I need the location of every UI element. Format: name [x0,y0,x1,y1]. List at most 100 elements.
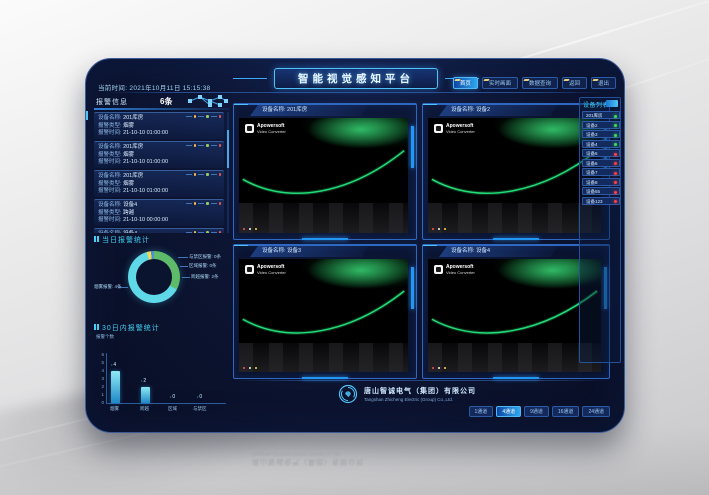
bar-value: 2 [141,378,146,384]
video-feed[interactable]: Apowersoft Video Converter [428,118,601,233]
title-frame: 智能视觉感知平台 [274,68,438,89]
device-item[interactable]: 设备123 [582,197,620,205]
y-tick: 3 [96,376,104,381]
channel-button-16[interactable]: 16通道 [552,406,580,417]
tab-data-query[interactable]: 数据查询 [522,77,558,89]
channel-button-1[interactable]: 1通道 [469,406,494,417]
device-list-action-button[interactable] [606,100,618,107]
video-feed[interactable]: Apowersoft Video Converter [239,118,408,233]
alarm-card[interactable]: 设备名称: 201库房 报警类型: 烟雾 报警时间: 21-10-10 01:0… [94,141,224,168]
y-tick: 6 [96,352,104,357]
channel-button-9[interactable]: 9通道 [524,406,549,417]
panel-top-line [234,104,416,105]
company-name-en: Tangshan Zhicheng Electric (Group) Co.,L… [364,397,476,402]
device-item[interactable]: 设备6 [582,159,620,167]
device-name: 设备7 [586,170,598,175]
status-dot-offline [614,172,617,175]
monthly-stats-section: 30日内报警统计 报警个数 6 5 4 3 2 1 0 4 2 0 0 烟雾 跨… [94,323,230,429]
y-tick: 4 [96,368,104,373]
device-item[interactable]: 设备7 [582,168,620,176]
panel-bottom-accent [493,238,539,240]
alarm-panel-title: 报警信息 [96,97,128,107]
type-label: 报警类型: [98,123,122,129]
legend-forbidden-zone: 与禁区报警: 0条 [189,254,221,260]
alarm-card[interactable]: 设备名称: 201库房 报警类型: 烟雾 报警时间: 21-10-10 01:0… [94,112,224,139]
panel-right-accent [411,126,414,168]
status-dot-online [614,134,617,137]
indicator-lights [243,367,257,369]
alarm-list-scrollbar[interactable] [227,112,229,233]
watermark: Apowersoft Video Converter [245,124,286,134]
video-panel-title: 设备名称: 设备2 [439,105,557,116]
channel-button-4[interactable]: 4通道 [496,406,521,417]
alarm-status-dots [186,202,222,205]
video-panel-title: 设备名称: 201库房 [250,105,368,116]
alarm-card[interactable]: 设备名称: 201库房 报警类型: 烟雾 报警时间: 21-10-10 01:0… [94,170,224,197]
device-item[interactable]: 设备55 [582,187,620,195]
alarm-panel-header: 报警信息 6条 [94,97,230,108]
legend-leader [182,277,190,278]
video-feed[interactable]: Apowersoft Video Converter [428,259,601,372]
device-value: 201库房 [123,115,143,121]
watermark-line2: Video Converter [446,270,475,275]
time-label: 报警时间: [98,159,122,165]
video-feed[interactable]: Apowersoft Video Converter [239,259,408,372]
video-panel-3[interactable]: 设备名称: 设备3 Apowersoft Video Converter [233,244,417,379]
monthly-stats-title: 30日内报警统计 [94,323,230,333]
device-item[interactable]: 设备3 [582,130,620,138]
tab-back[interactable]: 返回 [562,77,587,89]
tab-live-view[interactable]: 实时画面 [482,77,518,89]
device-value: 设备4 [123,202,137,208]
footer-reflection: 唐山智诚电气（集团）有限公司 Tangshan Zhicheng Electri… [252,452,512,467]
edge-accent [85,111,88,120]
reflected-company-en: Tangshan Zhicheng Electric (Group) Co.,L… [252,452,512,457]
status-dot-online [614,115,617,118]
legend-area-alarm: 区域报警: 0条 [189,263,217,269]
dashboard-window: 当前时间: 2021年10月11日 15:15:38 智能视觉感知平台 首页 实… [85,58,625,433]
status-dot-offline [614,181,617,184]
watermark-icon [245,265,254,274]
panel-bottom-accent [302,377,348,379]
device-name: 设备6 [586,161,598,166]
header-divider [104,92,606,93]
company-name-cn: 唐山智诚电气（集团）有限公司 [364,386,476,396]
device-name: 设备5 [586,151,598,156]
alarm-status-dots [186,173,222,176]
y-tick: 1 [96,392,104,397]
top-nav: 首页 实时画面 数据查询 返回 退出 [453,77,616,89]
device-item[interactable]: 设备5 [582,149,620,157]
legend-leader [180,266,188,267]
alarm-card[interactable]: 设备名称: 设备4 [94,228,224,233]
device-item[interactable]: 设备2 [582,121,620,129]
device-name: 设备55 [586,189,600,194]
device-list: 201库房 设备2 设备3 设备4 设备5 设备6 设备7 设备8 设备55 设… [582,111,620,206]
bar-value: 0 [197,394,202,400]
network-nodes-icon [186,94,230,108]
type-value: 烟雾 [123,123,134,129]
device-item[interactable]: 设备8 [582,178,620,186]
tab-exit[interactable]: 退出 [591,77,616,89]
time-label: 报警时间: [98,188,122,194]
scrollbar-thumb[interactable] [227,130,229,168]
time-value: 21-10-10 01:00:00 [123,159,168,165]
tab-home[interactable]: 首页 [453,77,478,89]
footer-divider [236,380,606,381]
page-title: 智能视觉感知平台 [298,71,414,86]
x-axis [106,403,226,404]
device-item[interactable]: 设备4 [582,140,620,148]
device-item[interactable]: 201库房 [582,111,620,119]
alarm-list: 设备名称: 201库房 报警类型: 烟雾 报警时间: 21-10-10 01:0… [94,112,230,233]
channel-button-24[interactable]: 24通道 [582,406,610,417]
watermark-line2: Video Converter [257,270,286,275]
bar-chart-ylabel: 报警个数 [96,334,114,340]
bar-value: 0 [170,394,175,400]
type-value: 烟雾 [123,181,134,187]
x-category: 与禁区 [193,406,207,412]
alarm-card[interactable]: 设备名称: 设备4 报警类型: 跨越 报警时间: 21-10-10 00:00:… [94,199,224,226]
bar-value: 4 [111,362,116,368]
video-panel-1[interactable]: 设备名称: 201库房 Apowersoft Video Converter [233,103,417,240]
time-value: 21-10-10 01:00:00 [123,130,168,136]
device-name: 201库房 [586,113,603,118]
panel-top-line [234,245,416,246]
machinery-silhouette [239,343,408,372]
